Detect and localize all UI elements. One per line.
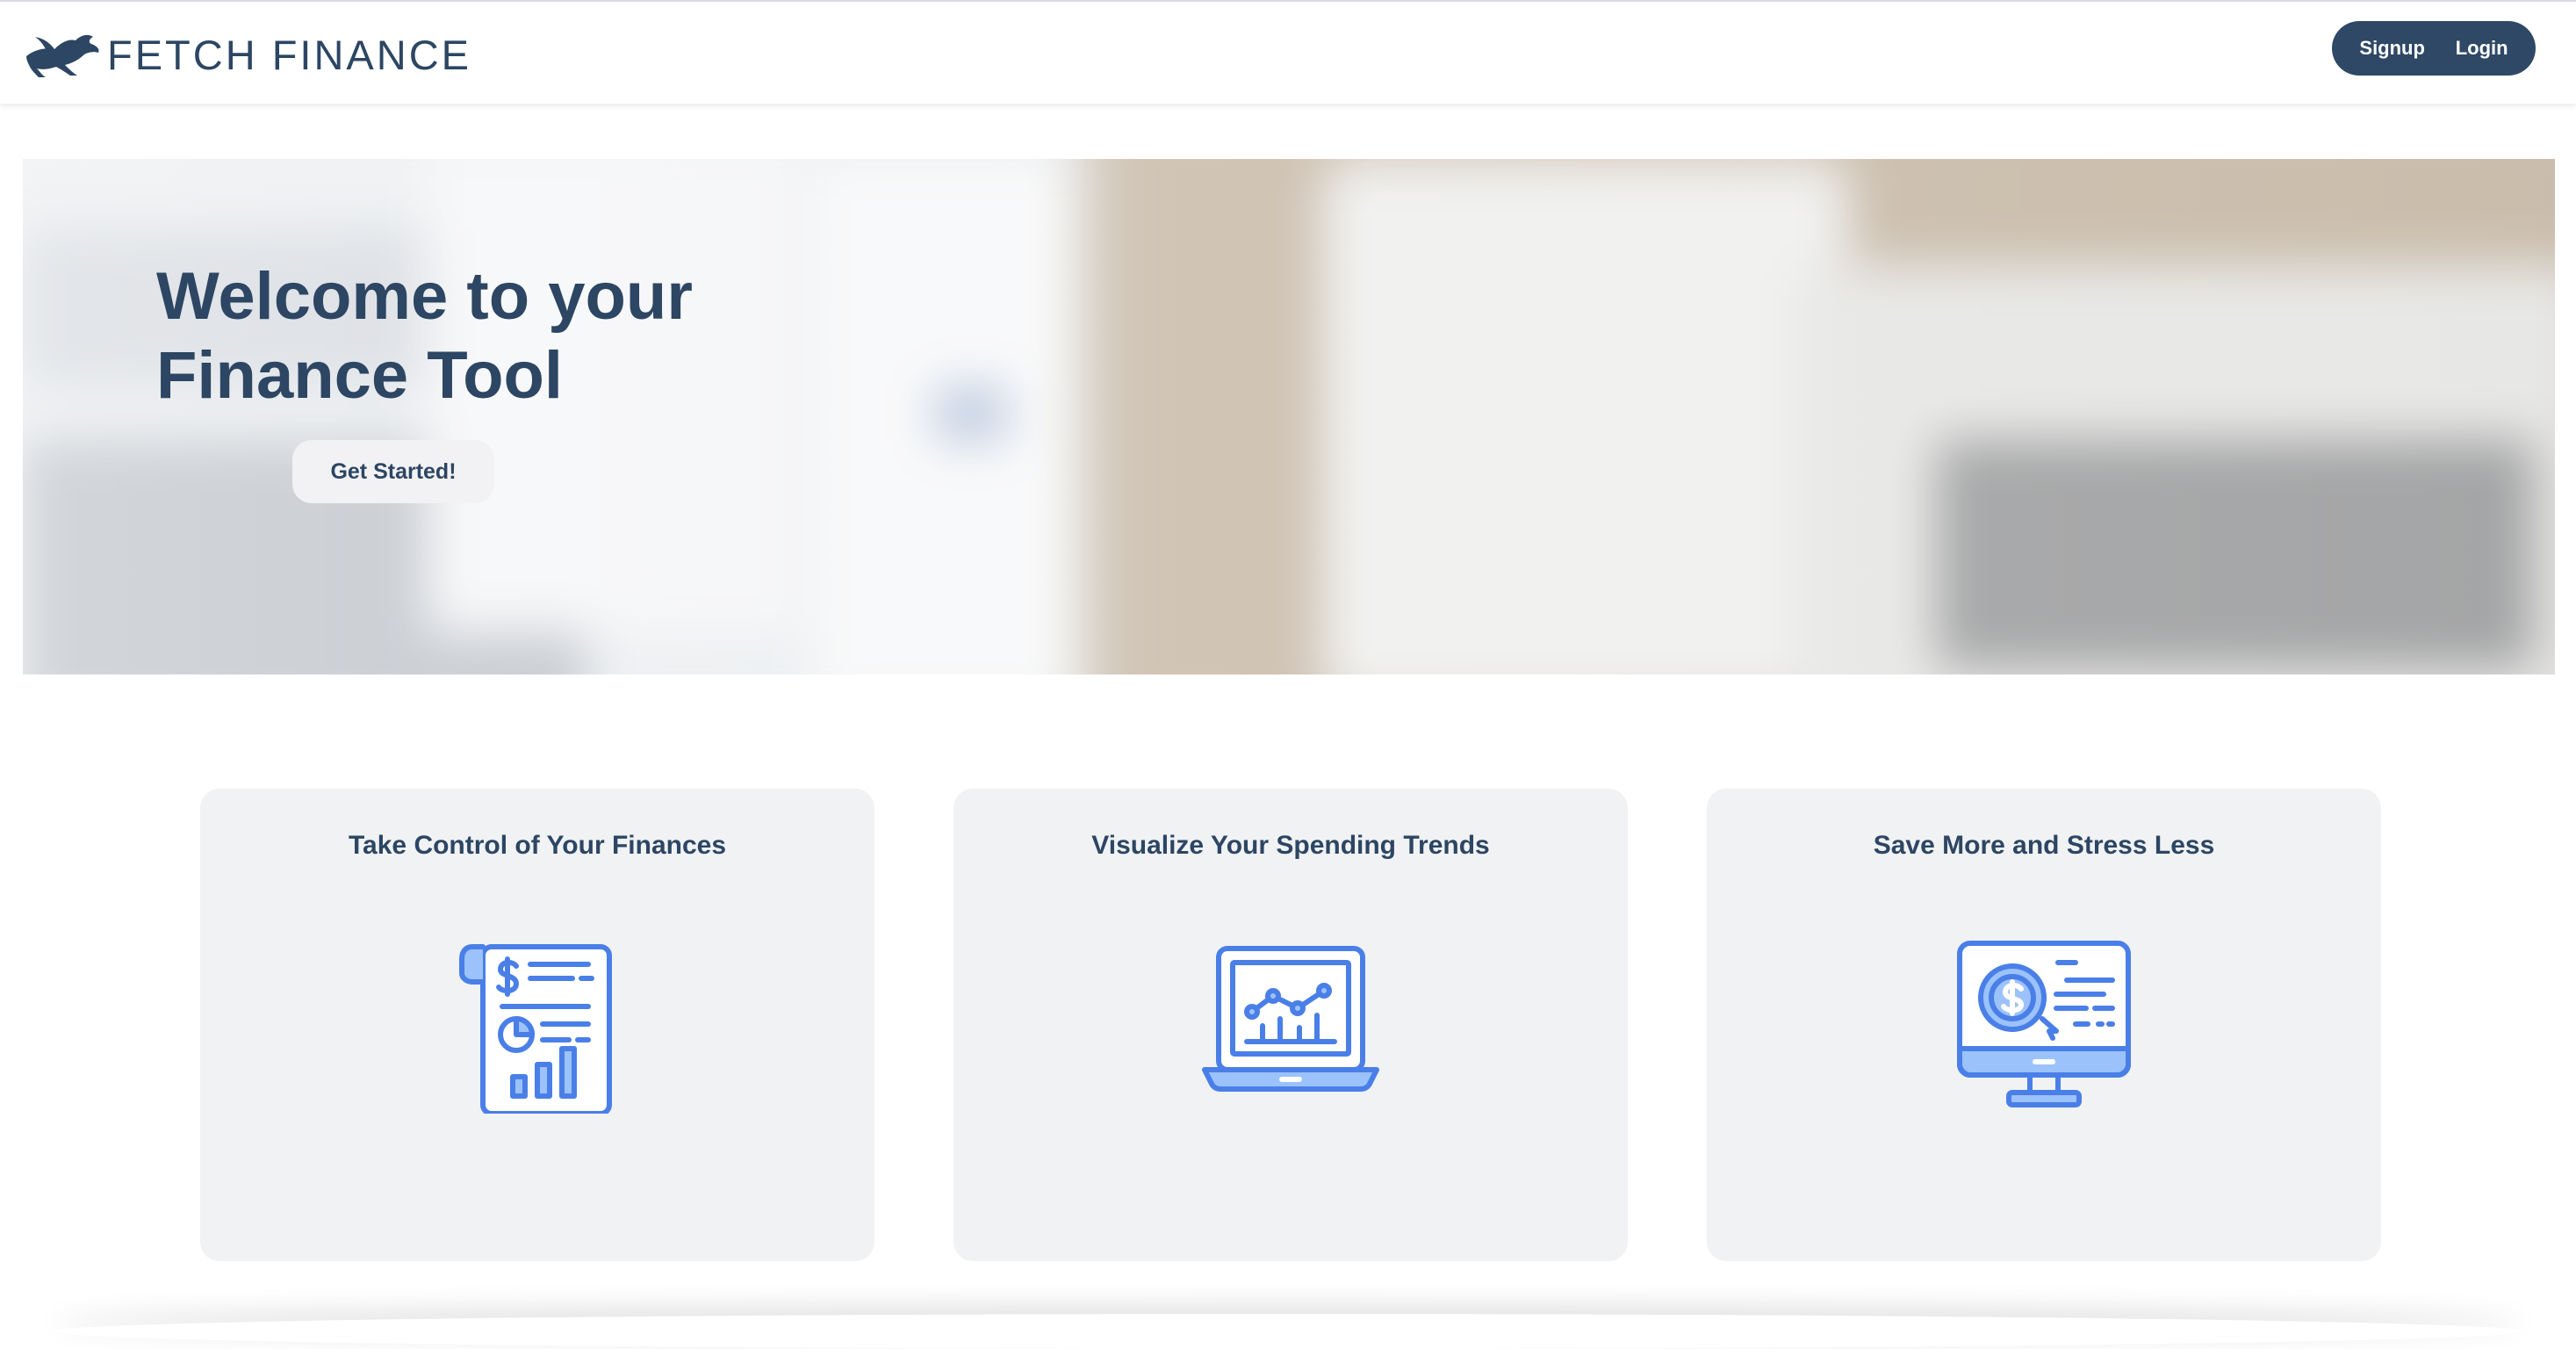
hero-title-line-1: Welcome to your bbox=[156, 259, 693, 334]
brand[interactable]: FETCH FINANCE bbox=[23, 28, 471, 81]
financial-report-icon bbox=[459, 944, 612, 1114]
feature-card-control: Take Control of Your Finances bbox=[200, 789, 874, 1261]
feature-title: Take Control of Your Finances bbox=[348, 831, 727, 860]
feature-title: Visualize Your Spending Trends bbox=[1091, 831, 1490, 860]
get-started-button[interactable]: Get Started! bbox=[292, 440, 494, 503]
hero-title: Welcome to your Finance Tool bbox=[156, 257, 824, 415]
login-link[interactable]: Login bbox=[2449, 28, 2515, 69]
section-divider-shadow bbox=[53, 1314, 2523, 1349]
hero-banner: Welcome to your Finance Tool Get Started… bbox=[23, 159, 2555, 674]
hero-title-line-2: Finance Tool bbox=[156, 338, 564, 413]
signup-link[interactable]: Signup bbox=[2352, 28, 2432, 69]
brand-name: FETCH FINANCE bbox=[107, 31, 471, 78]
hero-overlay bbox=[23, 159, 2555, 674]
feature-title: Save More and Stress Less bbox=[1873, 831, 2215, 860]
feature-card-visualize: Visualize Your Spending Trends bbox=[953, 789, 1628, 1261]
auth-pill: Signup Login bbox=[2332, 21, 2536, 76]
top-nav-bar: FETCH FINANCE Signup Login bbox=[0, 0, 2576, 104]
monitor-dollar-icon bbox=[1957, 941, 2131, 1107]
leaping-dog-icon bbox=[26, 34, 99, 77]
laptop-chart-icon bbox=[1202, 946, 1379, 1092]
feature-card-save: Save More and Stress Less bbox=[1707, 789, 2381, 1261]
